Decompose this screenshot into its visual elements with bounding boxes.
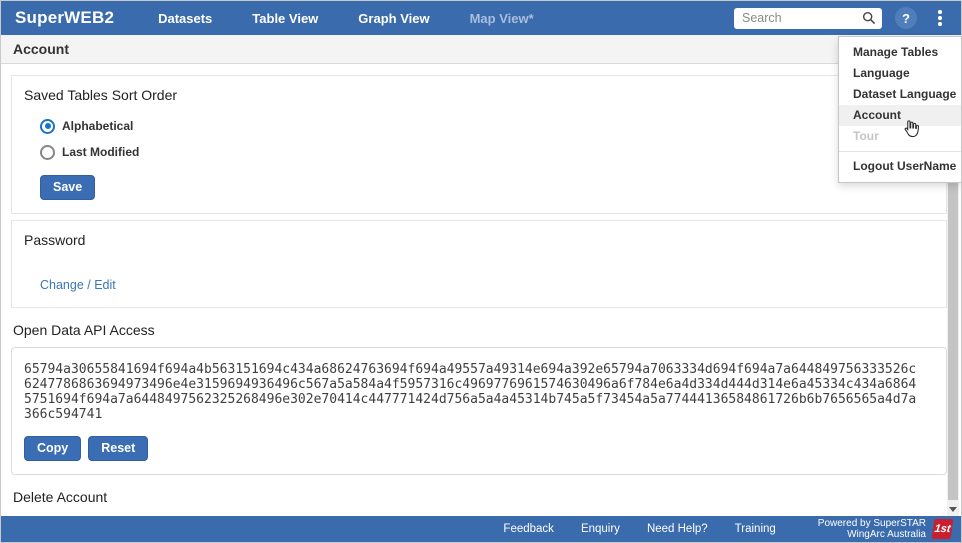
reset-button[interactable]: Reset — [88, 436, 148, 461]
menu-divider — [839, 151, 961, 152]
search-box — [734, 8, 882, 29]
radio-icon[interactable] — [40, 145, 55, 160]
radio-option-alphabetical[interactable]: Alphabetical — [40, 116, 934, 136]
copy-button[interactable]: Copy — [24, 436, 81, 461]
menu-item-manage-tables[interactable]: Manage Tables — [839, 42, 961, 63]
overflow-menu-icon[interactable] — [929, 7, 951, 29]
menu-item-logout[interactable]: Logout UserName — [839, 156, 961, 177]
api-key-text: 65794a30655841694f694a4b563151694c434a68… — [24, 362, 934, 422]
search-icon[interactable] — [856, 8, 882, 29]
app-logo[interactable]: SuperWEB2 — [15, 8, 114, 28]
footer-link-training[interactable]: Training — [735, 523, 776, 535]
superstar-1st-logo: 1st — [932, 519, 954, 539]
superweb2-window: SuperWEB2 Datasets Table View Graph View… — [0, 0, 962, 543]
footer-link-feedback[interactable]: Feedback — [503, 523, 554, 535]
scroll-down-button[interactable] — [947, 503, 959, 516]
search-input[interactable] — [734, 11, 856, 25]
powered-by-text: Powered by SuperSTAR WingArc Australia — [818, 518, 926, 540]
nav-item-datasets[interactable]: Datasets — [158, 11, 212, 26]
menu-item-language[interactable]: Language — [839, 63, 961, 84]
change-password-link[interactable]: Change / Edit — [40, 278, 116, 292]
menu-item-tour: Tour — [839, 126, 961, 147]
footer-link-enquiry[interactable]: Enquiry — [581, 523, 620, 535]
footer-link-need-help[interactable]: Need Help? — [647, 523, 708, 535]
api-key-box: 65794a30655841694f694a4b563151694c434a68… — [11, 347, 947, 475]
top-navbar: SuperWEB2 Datasets Table View Graph View… — [1, 1, 961, 35]
sort-order-title: Saved Tables Sort Order — [24, 87, 934, 103]
api-access-title: Open Data API Access — [13, 322, 961, 338]
radio-icon[interactable] — [40, 119, 55, 134]
footer-links: Feedback Enquiry Need Help? Training — [503, 523, 775, 535]
help-icon[interactable]: ? — [895, 7, 917, 29]
sort-order-panel: Saved Tables Sort Order Alphabetical Las… — [11, 75, 947, 214]
password-panel: Password Change / Edit — [11, 220, 947, 308]
overflow-dropdown-menu: Manage Tables Language Dataset Language … — [838, 36, 961, 183]
footer: Feedback Enquiry Need Help? Training Pow… — [1, 516, 961, 542]
nav-item-graph-view[interactable]: Graph View — [358, 11, 429, 26]
save-button[interactable]: Save — [40, 175, 95, 200]
nav-item-map-view[interactable]: Map View* — [470, 11, 534, 26]
delete-account-title: Delete Account — [13, 489, 961, 505]
password-title: Password — [24, 232, 934, 248]
menu-item-account[interactable]: Account — [839, 105, 961, 126]
page-title: Account — [13, 41, 69, 57]
nav-item-table-view[interactable]: Table View — [252, 11, 318, 26]
api-buttons: Copy Reset — [24, 436, 934, 461]
page-header: Account — [1, 35, 961, 64]
radio-option-last-modified[interactable]: Last Modified — [40, 142, 934, 162]
account-content: Saved Tables Sort Order Alphabetical Las… — [1, 75, 961, 543]
menu-item-dataset-language[interactable]: Dataset Language — [839, 84, 961, 105]
